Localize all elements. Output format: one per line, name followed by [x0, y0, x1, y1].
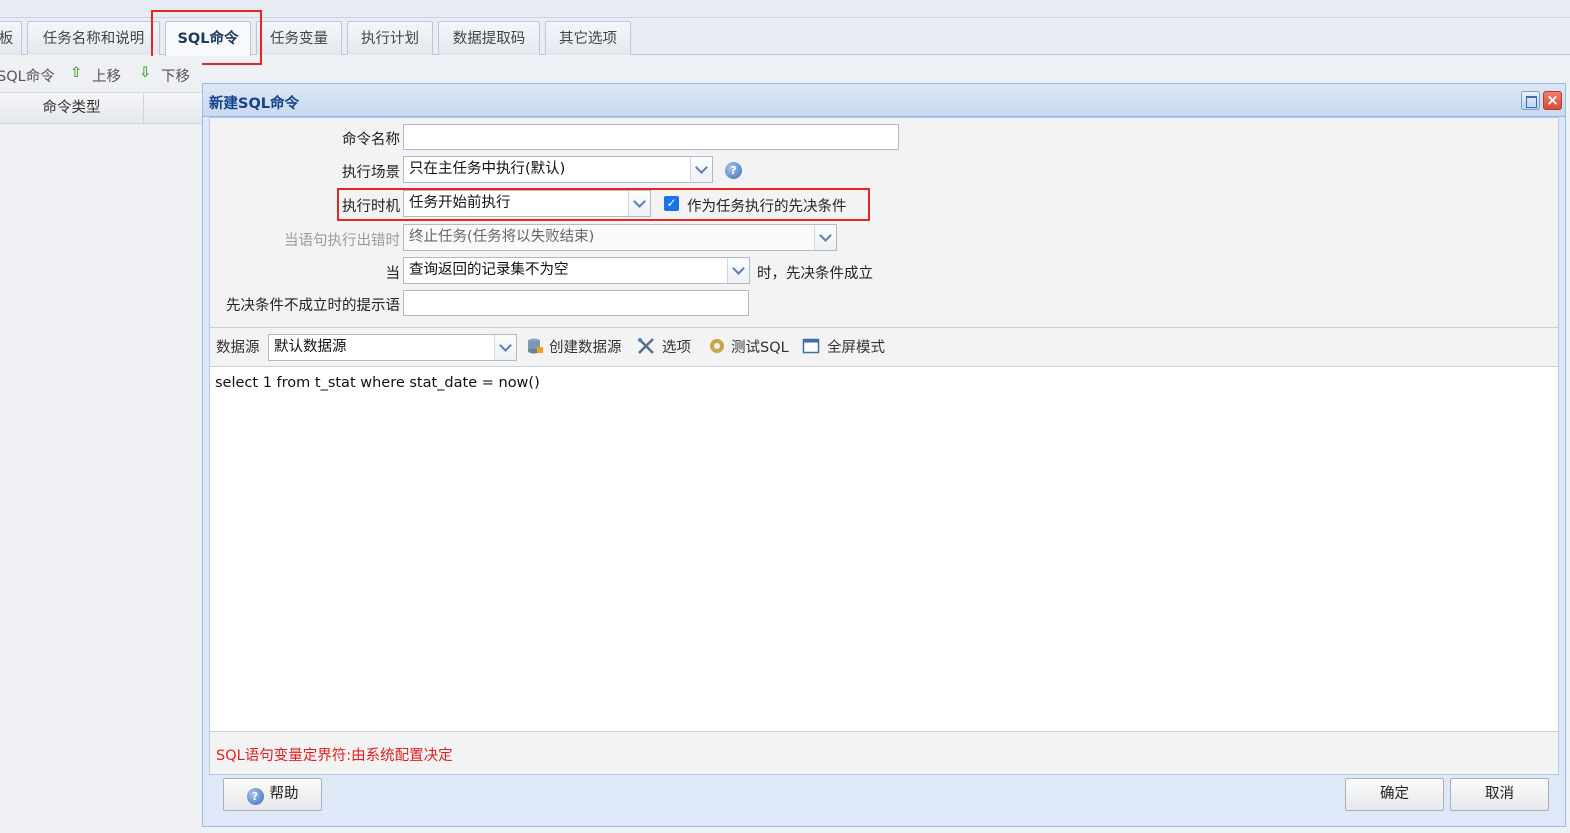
gear-icon — [710, 339, 724, 353]
on-error-select[interactable]: 终止任务(任务将以失败结束) — [403, 224, 837, 251]
new-sql-command-button[interactable]: SQL命令 — [0, 65, 55, 86]
help-icon[interactable]: ? — [725, 162, 742, 179]
help-button[interactable]: ? 帮助 — [223, 778, 322, 811]
sql-editor[interactable]: select 1 from t_stat where stat_date = n… — [210, 367, 1558, 732]
tools-icon — [638, 338, 654, 354]
command-name-input[interactable] — [403, 124, 899, 150]
arrow-up-icon: ⇧ — [70, 65, 83, 81]
fail-hint-input[interactable] — [403, 290, 749, 316]
move-up-button[interactable]: 上移 — [92, 65, 121, 86]
delimiter-hint: SQL语句变量定界符:由系统配置决定 — [216, 748, 453, 764]
chevron-down-icon[interactable] — [814, 225, 836, 250]
scene-label: 执行场景 — [342, 165, 400, 181]
dialog-title-bar[interactable]: 新建SQL命令 × — [203, 84, 1565, 117]
when-value: 查询返回的记录集不为空 — [409, 262, 569, 278]
fullscreen-button[interactable]: 全屏模式 — [827, 336, 885, 357]
chevron-down-icon[interactable] — [690, 157, 712, 182]
tab-task-variables[interactable]: 任务变量 — [256, 21, 342, 55]
left-toolbar: SQL命令 ⇧ 上移 ⇩ 下移 — [0, 56, 202, 92]
help-button-label: 帮助 — [269, 786, 299, 802]
test-sql-button[interactable]: 测试SQL — [731, 336, 789, 357]
tab-task-name[interactable]: 任务名称和说明 — [27, 21, 160, 55]
datasource-select[interactable]: 默认数据源 — [268, 334, 517, 361]
tab-other-options[interactable]: 其它选项 — [545, 21, 631, 55]
tab-schedule[interactable]: 执行计划 — [347, 21, 433, 55]
move-down-button[interactable]: 下移 — [161, 65, 190, 86]
grid-header: 命令类型 — [0, 92, 202, 124]
left-panel: SQL命令 ⇧ 上移 ⇩ 下移 命令类型 — [0, 56, 202, 833]
datasource-toolbar: 数据源 默认数据源 创建数据源 选项 测试SQL 全屏模式 — [210, 328, 1558, 367]
datasource-value: 默认数据源 — [274, 339, 347, 355]
when-select[interactable]: 查询返回的记录集不为空 — [403, 257, 750, 284]
ok-button[interactable]: 确定 — [1345, 778, 1444, 811]
form-area: 命令名称 执行场景 只在主任务中执行(默认) ? 执行时机 任务开始前执行 ✓ … — [210, 118, 1558, 328]
highlight-box-timing — [337, 188, 870, 221]
on-error-label: 当语句执行出错时 — [284, 233, 400, 249]
when-label: 当 — [385, 266, 401, 282]
tab-extract-code[interactable]: 数据提取码 — [438, 21, 540, 55]
close-icon[interactable]: × — [1543, 91, 1562, 110]
maximize-icon[interactable] — [1521, 91, 1540, 110]
delimiter-hint-bar: SQL语句变量定界符:由系统配置决定 — [210, 732, 1558, 774]
scene-select[interactable]: 只在主任务中执行(默认) — [403, 156, 713, 183]
create-datasource-button[interactable]: 创建数据源 — [549, 336, 622, 357]
options-button[interactable]: 选项 — [662, 336, 691, 357]
command-name-label: 命令名称 — [342, 132, 400, 148]
tab-panel[interactable]: 板 — [0, 21, 22, 55]
column-header-command-type[interactable]: 命令类型 — [0, 93, 144, 124]
help-icon: ? — [246, 788, 264, 805]
sql-text[interactable]: select 1 from t_stat where stat_date = n… — [215, 375, 540, 391]
on-error-value: 终止任务(任务将以失败结束) — [409, 229, 595, 245]
datasource-label: 数据源 — [216, 340, 260, 356]
fullscreen-icon — [802, 338, 820, 354]
database-icon — [528, 338, 543, 354]
scene-value: 只在主任务中执行(默认) — [409, 161, 566, 177]
arrow-down-icon: ⇩ — [139, 65, 152, 81]
fail-hint-label: 先决条件不成立时的提示语 — [226, 298, 400, 314]
when-suffix: 时，先决条件成立 — [757, 266, 873, 282]
chevron-down-icon[interactable] — [494, 335, 516, 360]
chevron-down-icon[interactable] — [727, 258, 749, 283]
cancel-button[interactable]: 取消 — [1450, 778, 1549, 811]
dialog-title: 新建SQL命令 — [209, 96, 300, 112]
